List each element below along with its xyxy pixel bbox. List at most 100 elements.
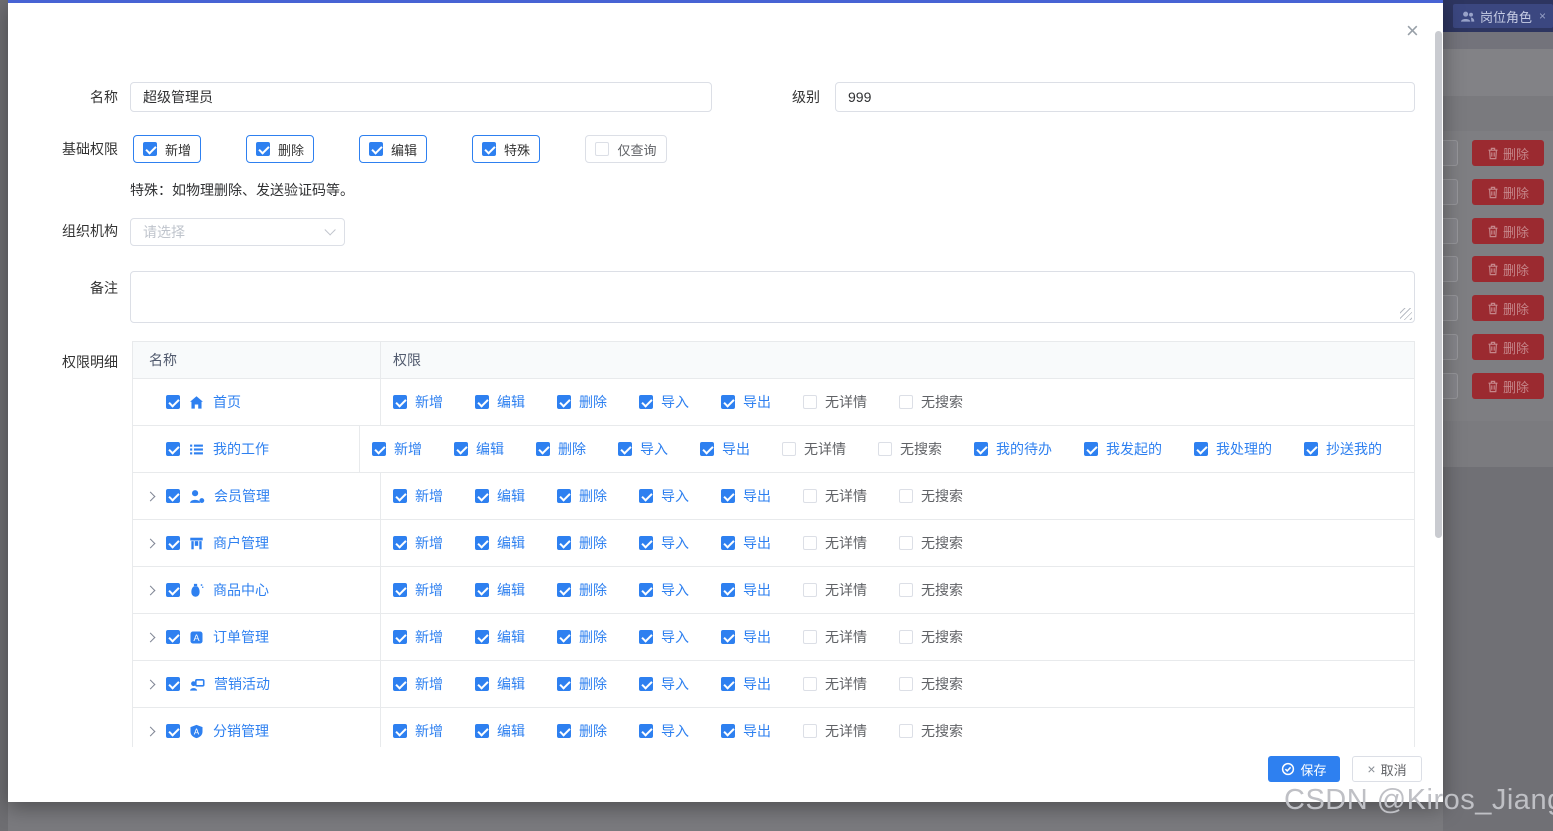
checkbox[interactable] xyxy=(721,536,735,550)
name-input[interactable] xyxy=(130,82,712,112)
checkbox[interactable] xyxy=(393,724,407,738)
checkbox[interactable] xyxy=(803,724,817,738)
checkbox[interactable] xyxy=(475,724,489,738)
checkbox[interactable] xyxy=(475,489,489,503)
checkbox[interactable] xyxy=(557,536,571,550)
checkbox[interactable] xyxy=(166,489,180,503)
checkbox[interactable] xyxy=(166,536,180,550)
checkbox[interactable] xyxy=(721,583,735,597)
checkbox[interactable] xyxy=(557,724,571,738)
order-icon: A xyxy=(189,630,204,645)
checkbox[interactable] xyxy=(782,442,796,456)
checkbox[interactable] xyxy=(166,677,180,691)
dialog-scrollbar[interactable] xyxy=(1435,31,1442,538)
checkbox[interactable] xyxy=(393,536,407,550)
checkbox[interactable] xyxy=(166,724,180,738)
checkbox[interactable] xyxy=(475,536,489,550)
checkbox[interactable] xyxy=(393,489,407,503)
checkbox[interactable] xyxy=(639,395,653,409)
checkbox[interactable] xyxy=(557,630,571,644)
checkbox[interactable] xyxy=(393,677,407,691)
expand-chevron-icon[interactable] xyxy=(145,726,156,737)
checkbox[interactable] xyxy=(803,583,817,597)
checkbox[interactable] xyxy=(803,677,817,691)
organization-select[interactable]: 请选择 xyxy=(130,218,345,246)
remark-textarea[interactable] xyxy=(130,271,1415,323)
checkbox[interactable] xyxy=(721,395,735,409)
checkbox[interactable] xyxy=(700,442,714,456)
checkbox[interactable] xyxy=(803,489,817,503)
checkbox[interactable] xyxy=(166,583,180,597)
checkbox[interactable] xyxy=(595,142,610,156)
checkbox[interactable] xyxy=(142,142,157,156)
textarea-resize-handle[interactable] xyxy=(1400,308,1412,320)
dialog-close-icon[interactable]: × xyxy=(1406,20,1419,42)
cancel-button[interactable]: × 取消 xyxy=(1352,756,1422,782)
checkbox[interactable] xyxy=(166,442,180,456)
checkbox[interactable] xyxy=(475,395,489,409)
checkbox[interactable] xyxy=(536,442,550,456)
expand-chevron-icon[interactable] xyxy=(145,491,156,502)
checkbox[interactable] xyxy=(557,489,571,503)
checkbox[interactable] xyxy=(557,677,571,691)
expand-chevron-icon[interactable] xyxy=(145,679,156,690)
checkbox[interactable] xyxy=(368,142,383,156)
checkbox[interactable] xyxy=(618,442,632,456)
checkbox[interactable] xyxy=(1304,442,1318,456)
checkbox[interactable] xyxy=(1084,442,1098,456)
level-input[interactable] xyxy=(835,82,1415,112)
list-icon xyxy=(189,442,204,457)
save-button[interactable]: 保存 xyxy=(1268,756,1340,782)
expand-chevron-icon[interactable] xyxy=(145,585,156,596)
checkbox[interactable] xyxy=(721,489,735,503)
base-permission-option[interactable]: 编辑 xyxy=(359,135,427,163)
checkbox[interactable] xyxy=(481,142,496,156)
checkbox[interactable] xyxy=(899,536,913,550)
checkbox[interactable] xyxy=(803,630,817,644)
checkbox[interactable] xyxy=(639,536,653,550)
checkbox[interactable] xyxy=(393,583,407,597)
checkbox[interactable] xyxy=(557,583,571,597)
permission-option-label: 编辑 xyxy=(497,629,525,645)
base-permission-option[interactable]: 删除 xyxy=(246,135,314,163)
checkbox[interactable] xyxy=(639,677,653,691)
expand-chevron-icon[interactable] xyxy=(145,632,156,643)
base-permission-option[interactable]: 特殊 xyxy=(472,135,540,163)
checkbox[interactable] xyxy=(639,630,653,644)
checkbox[interactable] xyxy=(166,630,180,644)
checkbox[interactable] xyxy=(454,442,468,456)
checkbox[interactable] xyxy=(899,395,913,409)
checkbox[interactable] xyxy=(878,442,892,456)
checkbox[interactable] xyxy=(557,395,571,409)
checkbox[interactable] xyxy=(393,630,407,644)
base-permission-option[interactable]: 新增 xyxy=(133,135,201,163)
checkbox[interactable] xyxy=(639,583,653,597)
checkbox[interactable] xyxy=(721,724,735,738)
checkbox[interactable] xyxy=(899,630,913,644)
checkbox[interactable] xyxy=(639,489,653,503)
checkbox[interactable] xyxy=(803,536,817,550)
checkbox[interactable] xyxy=(639,724,653,738)
checkbox[interactable] xyxy=(899,677,913,691)
checkbox[interactable] xyxy=(475,630,489,644)
checkbox[interactable] xyxy=(899,724,913,738)
checkbox[interactable] xyxy=(475,583,489,597)
checkbox[interactable] xyxy=(393,395,407,409)
checkbox[interactable] xyxy=(974,442,988,456)
checkbox[interactable] xyxy=(899,489,913,503)
checkbox[interactable] xyxy=(721,630,735,644)
save-button-label: 保存 xyxy=(1300,762,1327,778)
permission-option-label: 导入 xyxy=(661,488,689,504)
checkbox[interactable] xyxy=(166,395,180,409)
base-permission-option[interactable]: 仅查询 xyxy=(585,135,667,163)
expand-chevron-icon[interactable] xyxy=(145,538,156,549)
checkbox[interactable] xyxy=(475,677,489,691)
checkbox[interactable] xyxy=(721,677,735,691)
checkbox[interactable] xyxy=(255,142,270,156)
permission-option-label: 编辑 xyxy=(497,723,525,739)
permission-option: 无详情 xyxy=(803,627,867,647)
checkbox[interactable] xyxy=(803,395,817,409)
checkbox[interactable] xyxy=(372,442,386,456)
checkbox[interactable] xyxy=(899,583,913,597)
checkbox[interactable] xyxy=(1194,442,1208,456)
